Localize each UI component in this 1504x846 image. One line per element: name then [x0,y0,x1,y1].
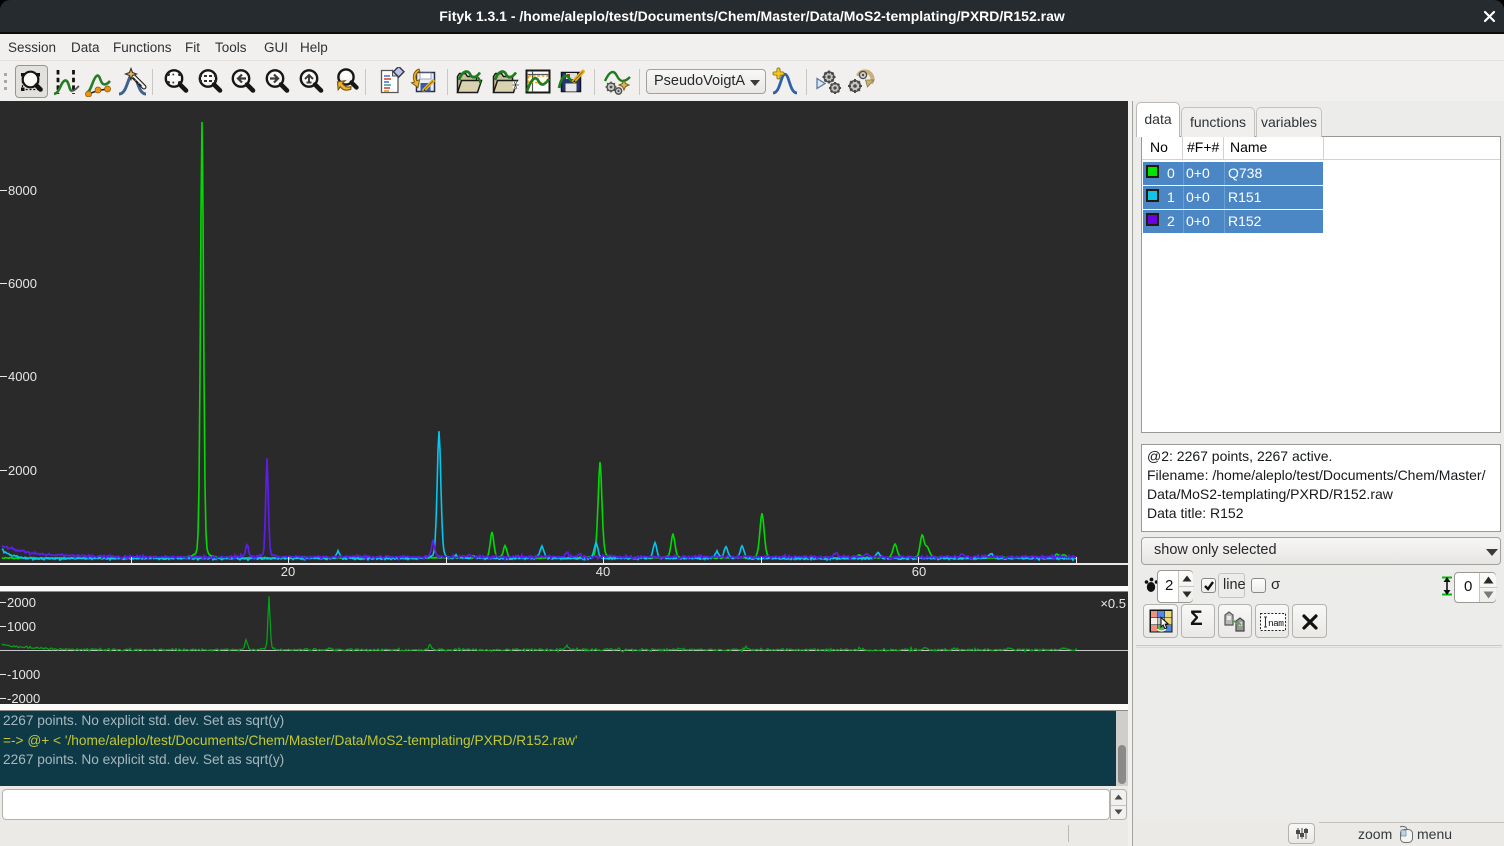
svg-text:2000: 2000 [8,463,37,478]
svg-text:-1000: -1000 [7,667,40,682]
svg-text:nam: nam [1268,618,1284,629]
svg-text:20: 20 [281,564,295,579]
svg-text:2000: 2000 [7,595,36,610]
svg-text:6000: 6000 [8,276,37,291]
svg-text:8000: 8000 [8,183,37,198]
svg-text:60: 60 [912,564,926,579]
svg-text:×0.5: ×0.5 [1100,596,1126,611]
svg-text:4000: 4000 [8,369,37,384]
svg-text:40: 40 [596,564,610,579]
svg-text:-2000: -2000 [7,691,40,704]
svg-text:1000: 1000 [7,619,36,634]
